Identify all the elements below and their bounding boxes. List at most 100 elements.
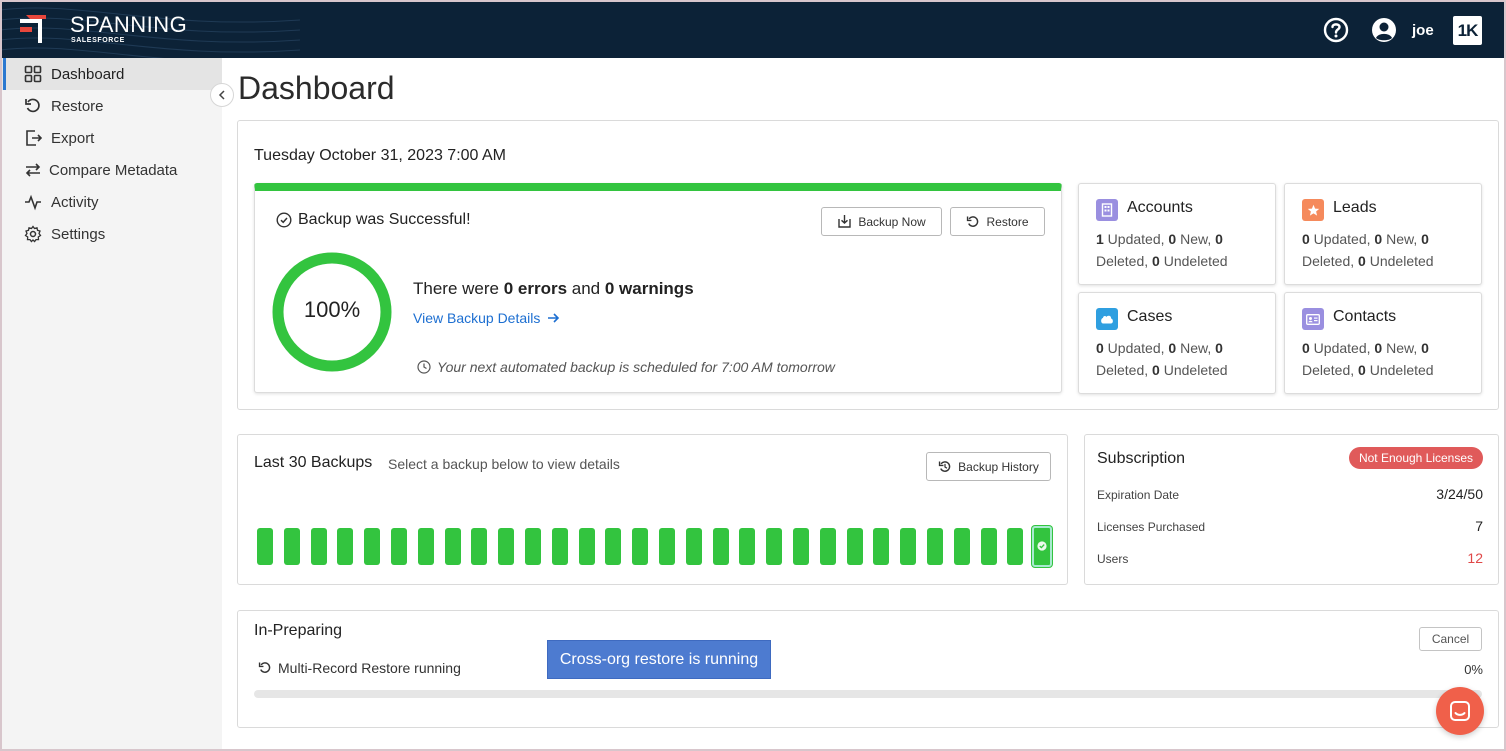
arrow-right-icon bbox=[548, 313, 560, 323]
backup-bar[interactable] bbox=[739, 528, 756, 565]
backup-bar[interactable] bbox=[578, 528, 595, 565]
kaseya-logo-icon[interactable]: 1K bbox=[1453, 16, 1482, 45]
cases-card[interactable]: Cases 0 Updated, 0 New, 0 Deleted, 0 Unde… bbox=[1078, 292, 1276, 394]
errors-count: 0 errors bbox=[503, 279, 568, 298]
backup-bar[interactable] bbox=[444, 528, 461, 565]
object-title: Accounts bbox=[1127, 199, 1193, 216]
licenses-purchased-row: Licenses Purchased 7 bbox=[1097, 518, 1483, 534]
briefcase-icon bbox=[1096, 308, 1118, 330]
object-stats: 1 Updated, 0 New, 0 Deleted, 0 Undeleted bbox=[1096, 231, 1228, 269]
backup-bar[interactable] bbox=[337, 528, 354, 565]
accounts-card[interactable]: Accounts 1 Updated, 0 New, 0 Deleted, 0 U… bbox=[1078, 183, 1276, 285]
backup-bar[interactable] bbox=[391, 528, 407, 565]
check-circle-icon bbox=[1037, 541, 1047, 551]
backup-bar[interactable] bbox=[283, 528, 300, 565]
grid-icon bbox=[24, 65, 42, 83]
users-row: Users 12 bbox=[1097, 550, 1483, 566]
backup-bar[interactable] bbox=[417, 528, 434, 565]
sidebar-item-label: Export bbox=[51, 129, 95, 147]
sidebar-item-dashboard[interactable]: Dashboard bbox=[0, 58, 222, 90]
backup-bar[interactable] bbox=[364, 528, 381, 565]
backup-date: Tuesday October 31, 2023 7:00 AM bbox=[254, 147, 507, 164]
cancel-button[interactable]: Cancel bbox=[1419, 627, 1482, 651]
backup-bar[interactable] bbox=[1032, 526, 1053, 567]
subscription-title: Subscription bbox=[1097, 450, 1186, 467]
cross-org-restore-tooltip: Cross-org restore is running bbox=[547, 640, 771, 679]
backup-bar[interactable] bbox=[310, 528, 327, 565]
backup-bar[interactable] bbox=[659, 528, 675, 565]
star-icon bbox=[1302, 199, 1324, 221]
backup-bar[interactable] bbox=[632, 528, 649, 565]
brand-subtitle: SALESFORCE bbox=[71, 37, 125, 44]
backup-bar[interactable] bbox=[1007, 528, 1024, 565]
backup-bar[interactable] bbox=[257, 528, 273, 565]
restore-button[interactable]: Restore bbox=[950, 207, 1045, 236]
sidebar-item-settings[interactable]: Settings bbox=[0, 218, 222, 250]
sidebar-item-restore[interactable]: Restore bbox=[0, 90, 222, 122]
collapse-sidebar-button[interactable] bbox=[210, 83, 234, 107]
spanning-logo-icon bbox=[20, 15, 46, 43]
restore-icon bbox=[258, 662, 271, 673]
download-icon bbox=[838, 215, 852, 228]
view-backup-details-link[interactable]: View Backup Details bbox=[413, 310, 560, 326]
sidebar-item-label: Dashboard bbox=[51, 65, 125, 83]
warnings-count: 0 warnings bbox=[604, 279, 694, 298]
sidebar-item-compare-metadata[interactable]: Compare Metadata bbox=[0, 154, 222, 186]
activity-icon bbox=[25, 194, 41, 211]
contact-card-icon bbox=[1302, 308, 1324, 330]
backup-now-button[interactable]: Backup Now bbox=[821, 207, 942, 236]
sidebar-item-activity[interactable]: Activity bbox=[0, 186, 222, 218]
object-stats: 0 Updated, 0 New, 0 Deleted, 0 Undeleted bbox=[1096, 340, 1228, 378]
backup-bar[interactable] bbox=[900, 528, 917, 565]
sidebar-item-export[interactable]: Export bbox=[0, 122, 222, 154]
backup-now-label: Backup Now bbox=[858, 214, 926, 229]
backup-bar[interactable] bbox=[471, 528, 488, 565]
sidebar-item-label: Restore bbox=[51, 97, 104, 115]
object-stats: 0 Updated, 0 New, 0 Deleted, 0 Undeleted bbox=[1302, 340, 1434, 378]
backup-progress-ring: 100% bbox=[271, 251, 393, 373]
errors-conjunction: and bbox=[567, 279, 605, 298]
backup-bar[interactable] bbox=[551, 528, 568, 565]
backup-bar[interactable] bbox=[685, 528, 702, 565]
backup-bar[interactable] bbox=[819, 528, 836, 565]
history-icon bbox=[938, 460, 951, 472]
sidebar-item-label: Settings bbox=[51, 225, 106, 243]
backup-history-label: Backup History bbox=[958, 459, 1039, 474]
chevron-left-icon bbox=[218, 90, 225, 100]
backup-bar[interactable] bbox=[846, 528, 863, 565]
restore-progress-bar bbox=[254, 690, 1482, 698]
backup-bar[interactable] bbox=[793, 528, 809, 565]
help-icon[interactable] bbox=[1323, 17, 1349, 43]
backup-bar[interactable] bbox=[927, 528, 943, 565]
last-30-title: Last 30 Backups bbox=[254, 454, 373, 471]
object-title: Cases bbox=[1127, 308, 1173, 325]
row-label: Expiration Date bbox=[1097, 488, 1180, 502]
chat-launcher-button[interactable] bbox=[1436, 687, 1484, 735]
backup-bar[interactable] bbox=[712, 528, 729, 565]
user-avatar-icon[interactable] bbox=[1371, 17, 1397, 43]
contacts-card[interactable]: Contacts 0 Updated, 0 New, 0 Deleted, 0 U… bbox=[1284, 292, 1482, 394]
backup-bar[interactable] bbox=[766, 528, 783, 565]
restore-label: Restore bbox=[986, 214, 1029, 229]
in-preparing-panel: In-Preparing Multi-Record Restore runnin… bbox=[237, 610, 1499, 728]
backup-percent: 100% bbox=[303, 297, 361, 322]
expiration-date-row: Expiration Date 3/24/50 bbox=[1097, 486, 1483, 502]
chat-icon bbox=[1450, 701, 1470, 721]
sidebar: Dashboard Restore Export Compare Metadat… bbox=[0, 58, 222, 751]
backup-bar[interactable] bbox=[873, 528, 890, 565]
leads-card[interactable]: Leads 0 Updated, 0 New, 0 Deleted, 0 Unde… bbox=[1284, 183, 1482, 285]
user-name[interactable]: joe bbox=[1412, 22, 1434, 39]
backup-bar[interactable] bbox=[953, 528, 970, 565]
backup-bar[interactable] bbox=[498, 528, 515, 565]
restore-task: Multi-Record Restore running bbox=[258, 660, 461, 676]
backup-bar[interactable] bbox=[980, 528, 997, 565]
building-icon bbox=[1096, 199, 1118, 221]
backup-bar[interactable] bbox=[525, 528, 541, 565]
next-backup-text: Your next automated backup is scheduled … bbox=[437, 359, 835, 375]
row-value: 12 bbox=[1467, 550, 1483, 566]
page-title: Dashboard bbox=[238, 70, 395, 106]
backup-history-button[interactable]: Backup History bbox=[926, 452, 1051, 481]
row-label: Users bbox=[1097, 552, 1129, 566]
sidebar-item-label: Activity bbox=[51, 193, 99, 211]
backup-bar[interactable] bbox=[605, 528, 622, 565]
